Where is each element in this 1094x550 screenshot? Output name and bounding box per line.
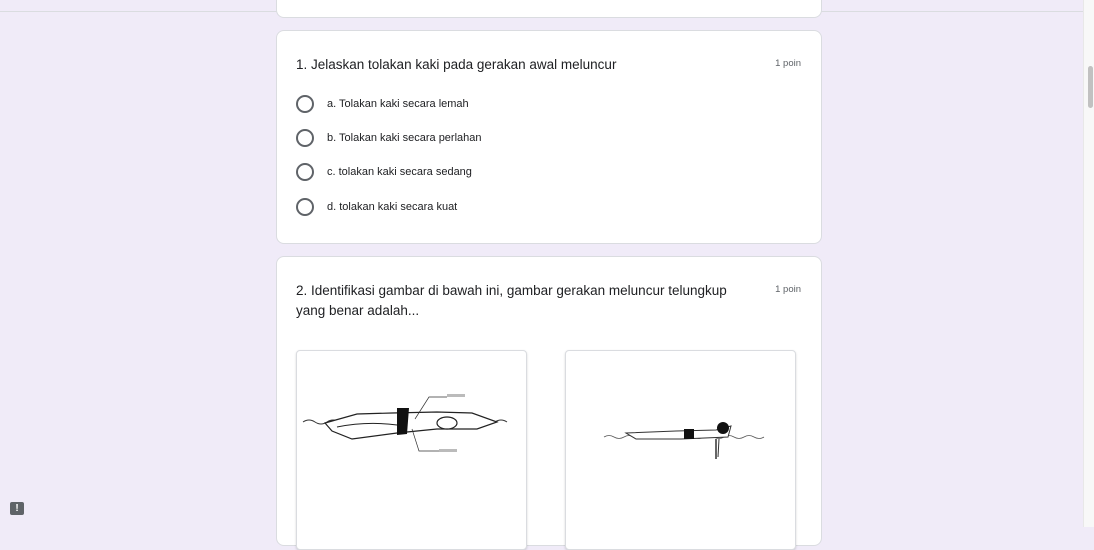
previous-card (276, 0, 822, 18)
question-title: 1. Jelaskan tolakan kaki pada gerakan aw… (296, 57, 617, 72)
scrollbar-thumb[interactable] (1088, 66, 1093, 108)
question-points: 1 poin (775, 58, 801, 69)
option-label: a. Tolakan kaki secara lemah (327, 98, 469, 110)
radio-button[interactable] (296, 95, 314, 113)
radio-button[interactable] (296, 163, 314, 181)
radio-button[interactable] (296, 198, 314, 216)
option-label: c. tolakan kaki secara sedang (327, 166, 472, 178)
option-b[interactable]: b. Tolakan kaki secara perlahan (296, 128, 482, 148)
feedback-icon[interactable]: ! (10, 502, 24, 515)
question-card-2: 2. Identifikasi gambar di bawah ini, gam… (276, 256, 822, 550)
option-label: d. tolakan kaki secara kuat (327, 201, 458, 213)
swimmer-illustration-1 (302, 394, 508, 452)
option-a[interactable]: a. Tolakan kaki secara lemah (296, 94, 469, 114)
radio-button[interactable] (296, 129, 314, 147)
scrollbar[interactable] (1083, 0, 1094, 527)
question-title: 2. Identifikasi gambar di bawah ini, gam… (296, 283, 727, 318)
option-label: b. Tolakan kaki secara perlahan (327, 132, 482, 144)
option-d[interactable]: d. tolakan kaki secara kuat (296, 197, 457, 217)
image-option-2[interactable] (565, 350, 796, 550)
option-c[interactable]: c. tolakan kaki secara sedang (296, 162, 472, 182)
swimmer-illustration-2 (603, 422, 765, 459)
question-card-1: 1. Jelaskan tolakan kaki pada gerakan aw… (276, 30, 822, 244)
question-points: 1 poin (775, 284, 801, 295)
image-option-1[interactable] (296, 350, 527, 550)
